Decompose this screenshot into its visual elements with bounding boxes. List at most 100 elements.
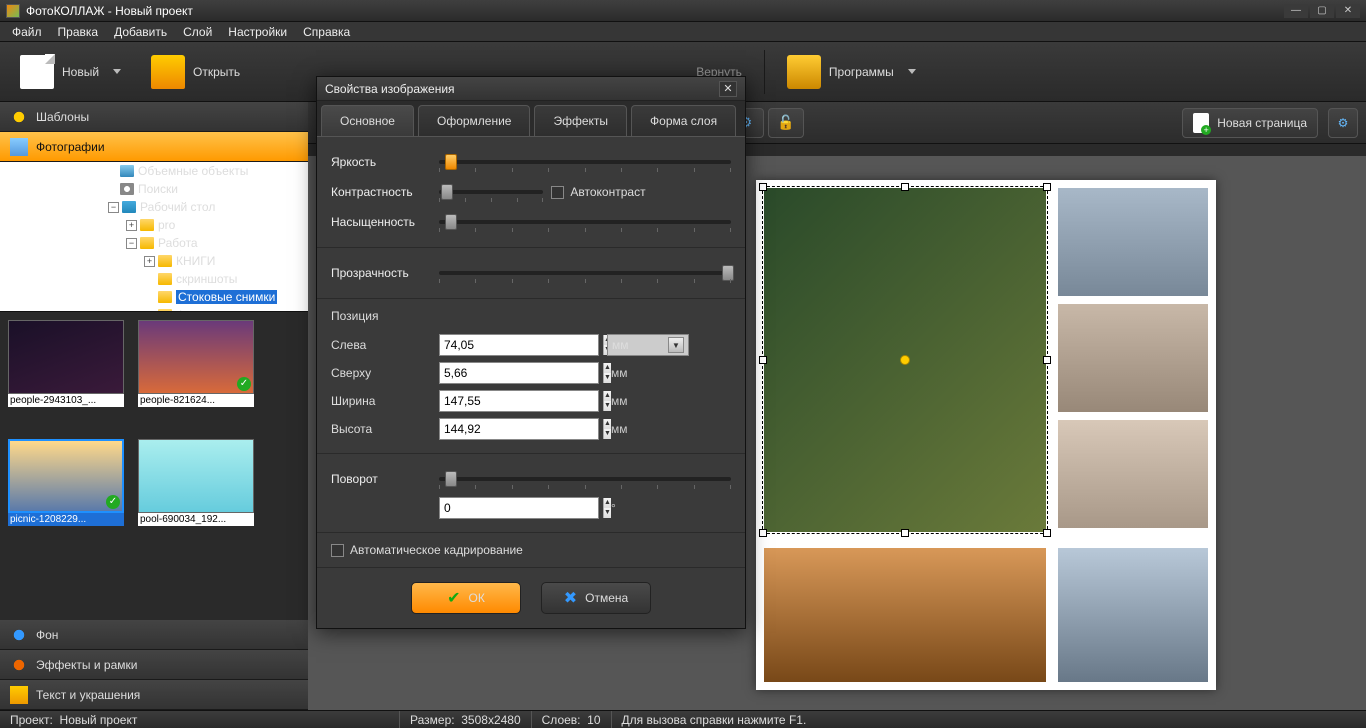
palette-icon [10, 656, 28, 674]
dialog-titlebar[interactable]: Свойства изображения ✕ [317, 77, 745, 101]
height-input[interactable]: ▲▼ [439, 418, 599, 440]
top-input[interactable]: ▲▼ [439, 362, 599, 384]
thumbnail[interactable]: ✓people-821624... [138, 320, 254, 425]
menu-layer[interactable]: Слой [175, 23, 220, 41]
box-icon [787, 55, 821, 89]
tree-item[interactable]: скриншоты [0, 270, 308, 288]
tree-item[interactable]: −Работа [0, 234, 308, 252]
tree-item[interactable]: Поиски [0, 180, 308, 198]
new-button[interactable]: Новый [8, 49, 133, 95]
autocontrast-checkbox[interactable]: Автоконтраст [551, 185, 645, 199]
resize-handle[interactable] [759, 529, 767, 537]
collapse-icon[interactable]: − [108, 202, 119, 213]
status-layers: Слоев: 10 [532, 711, 612, 728]
collage-image[interactable] [1058, 548, 1208, 682]
brightness-slider[interactable] [439, 160, 731, 164]
collage-image[interactable] [764, 548, 1046, 682]
thumbnail-grid[interactable]: people-2943103_... ✓people-821624... ✓pi… [0, 312, 308, 552]
menu-add[interactable]: Добавить [106, 23, 175, 41]
tree-item[interactable]: Объемные объекты [0, 162, 308, 180]
dialog-title: Свойства изображения [325, 82, 719, 96]
contrast-slider[interactable] [439, 190, 543, 194]
width-input[interactable]: ▲▼ [439, 390, 599, 412]
resize-handle[interactable] [759, 183, 767, 191]
category-text[interactable]: Текст и украшения [0, 680, 308, 710]
ok-button[interactable]: ✔ОК [411, 582, 521, 614]
status-bar: Проект: Новый проект Размер: 3508x2480 С… [0, 710, 1366, 728]
category-label: Эффекты и рамки [36, 658, 137, 672]
lock-button[interactable]: 🔓 [768, 108, 804, 138]
tab-effects[interactable]: Эффекты [534, 105, 627, 136]
object-icon [120, 165, 134, 177]
new-page-label: Новая страница [1217, 116, 1307, 130]
resize-handle[interactable] [1043, 529, 1051, 537]
category-templates[interactable]: Шаблоны [0, 102, 308, 132]
search-icon [120, 183, 134, 195]
thumbnail[interactable]: pool-690034_192... [138, 439, 254, 544]
left-input[interactable]: ▲▼ [439, 334, 599, 356]
programs-button[interactable]: Программы [775, 49, 928, 95]
category-background[interactable]: Фон [0, 620, 308, 650]
maximize-button[interactable]: ▢ [1310, 4, 1334, 18]
contrast-label: Контрастность [331, 185, 431, 199]
resize-handle[interactable] [1043, 356, 1051, 364]
collage-image[interactable] [1058, 420, 1208, 528]
category-effects[interactable]: Эффекты и рамки [0, 650, 308, 680]
open-label: Открыть [193, 65, 240, 79]
check-icon: ✔ [447, 588, 460, 608]
category-label: Текст и украшения [36, 688, 140, 702]
check-icon: ✓ [237, 377, 251, 391]
new-page-button[interactable]: Новая страница [1182, 108, 1318, 138]
tree-item[interactable]: −Рабочий стол [0, 198, 308, 216]
angle-input[interactable]: ▲▼ [439, 497, 599, 519]
thumbnail[interactable]: people-2943103_... [8, 320, 124, 425]
expand-icon[interactable]: + [126, 220, 137, 231]
saturation-slider[interactable] [439, 220, 731, 224]
resize-handle[interactable] [1043, 183, 1051, 191]
resize-handle[interactable] [901, 529, 909, 537]
collage-page[interactable] [756, 180, 1216, 690]
folder-icon [158, 255, 172, 267]
checkbox-icon [331, 544, 344, 557]
open-button[interactable]: Открыть [139, 49, 252, 95]
dialog-close-button[interactable]: ✕ [719, 81, 737, 97]
top-label: Сверху [331, 366, 431, 380]
folder-icon [158, 273, 172, 285]
collage-image[interactable] [1058, 304, 1208, 412]
collage-image[interactable] [1058, 188, 1208, 296]
close-button[interactable]: ✕ [1336, 4, 1360, 18]
tab-decoration[interactable]: Оформление [418, 105, 530, 136]
menu-settings[interactable]: Настройки [220, 23, 295, 41]
page-settings-button[interactable]: ⚙ [1328, 108, 1358, 138]
title-bar: ФотоКОЛЛАЖ - Новый проект — ▢ ✕ [0, 0, 1366, 22]
saturation-label: Насыщенность [331, 215, 431, 229]
unit-dropdown[interactable]: мм▼ [607, 334, 689, 356]
menu-edit[interactable]: Правка [50, 23, 107, 41]
resize-handle[interactable] [901, 183, 909, 191]
position-heading: Позиция [331, 309, 731, 323]
autocrop-checkbox[interactable]: Автоматическое кадрирование [331, 543, 731, 557]
minimize-button[interactable]: — [1284, 4, 1308, 18]
menu-file[interactable]: Файл [4, 23, 50, 41]
rotation-slider[interactable] [439, 477, 731, 481]
folder-tree[interactable]: Объемные объекты Поиски −Рабочий стол +p… [0, 162, 308, 312]
collapse-icon[interactable]: − [126, 238, 137, 249]
category-photos[interactable]: Фотографии [0, 132, 308, 162]
thumbnail-selected[interactable]: ✓picnic-1208229... [8, 439, 124, 544]
cancel-button[interactable]: ✖Отмена [541, 582, 651, 614]
expand-icon[interactable]: + [144, 256, 155, 267]
rotate-handle[interactable] [900, 355, 910, 365]
tab-layer-shape[interactable]: Форма слоя [631, 105, 736, 136]
folder-icon [140, 237, 154, 249]
resize-handle[interactable] [759, 356, 767, 364]
programs-label: Программы [829, 65, 894, 79]
menu-help[interactable]: Справка [295, 23, 358, 41]
menu-bar: Файл Правка Добавить Слой Настройки Спра… [0, 22, 1366, 42]
selection-box[interactable] [762, 186, 1048, 534]
tree-item[interactable]: +pro [0, 216, 308, 234]
tab-main[interactable]: Основное [321, 105, 414, 136]
tree-item[interactable]: +КНИГИ [0, 252, 308, 270]
tree-item-selected[interactable]: Стоковые снимки [0, 288, 308, 306]
dialog-tabs: Основное Оформление Эффекты Форма слоя [317, 101, 745, 136]
opacity-slider[interactable] [439, 271, 731, 275]
